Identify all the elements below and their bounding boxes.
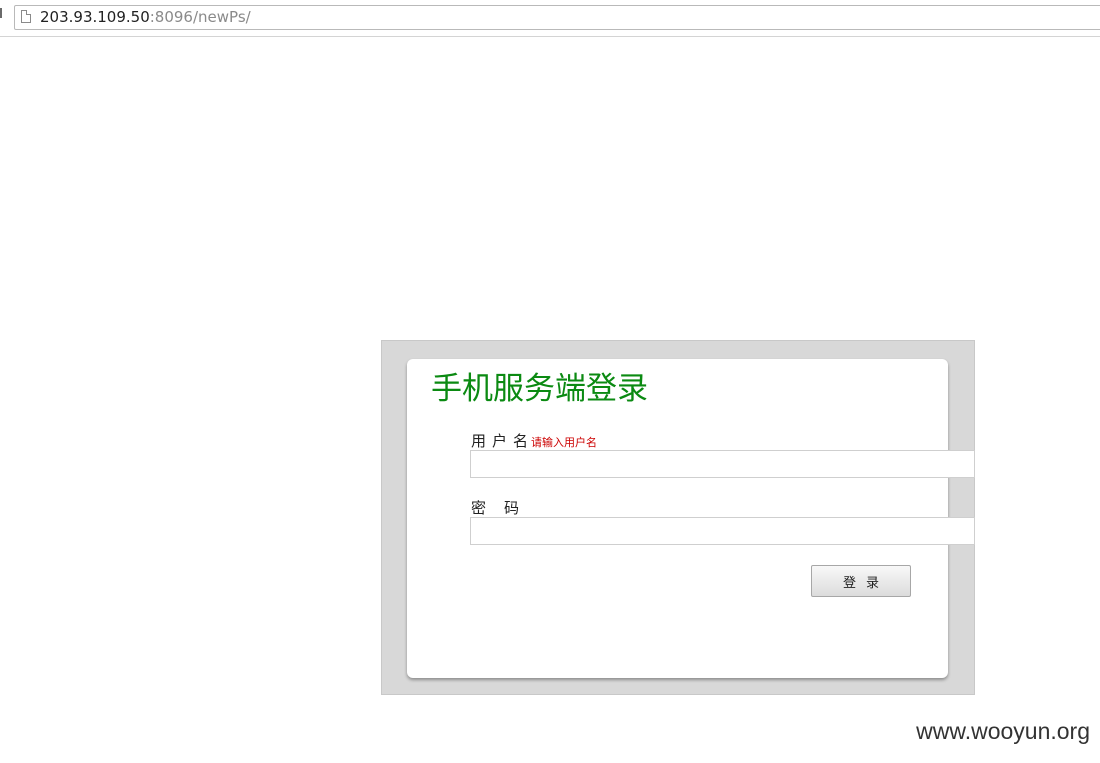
url-path: :8096/newPs/ — [149, 8, 251, 26]
browser-toolbar: 203.93.109.50:8096/newPs/ — [0, 0, 1100, 37]
login-title: 手机服务端登录 — [431, 371, 648, 407]
login-button[interactable]: 登录 — [811, 565, 911, 597]
login-panel: 手机服务端登录 用户名 请输入用户名 密码 登录 — [381, 340, 975, 695]
username-hint: 请输入用户名 — [531, 436, 597, 449]
username-label: 用户名 — [471, 432, 535, 450]
page: 203.93.109.50:8096/newPs/ 手机服务端登录 用户名 请输… — [0, 0, 1100, 763]
back-button-edge[interactable] — [0, 8, 2, 18]
login-card: 手机服务端登录 用户名 请输入用户名 密码 登录 — [407, 359, 975, 678]
document-icon — [21, 10, 31, 23]
username-input[interactable] — [470, 450, 975, 478]
url-host: 203.93.109.50 — [40, 8, 150, 26]
watermark: www.wooyun.org — [916, 718, 1090, 744]
password-input[interactable] — [470, 517, 975, 545]
url-text[interactable]: 203.93.109.50:8096/newPs/ — [40, 9, 251, 26]
address-bar[interactable]: 203.93.109.50:8096/newPs/ — [14, 5, 1100, 30]
password-label: 密码 — [471, 499, 538, 517]
